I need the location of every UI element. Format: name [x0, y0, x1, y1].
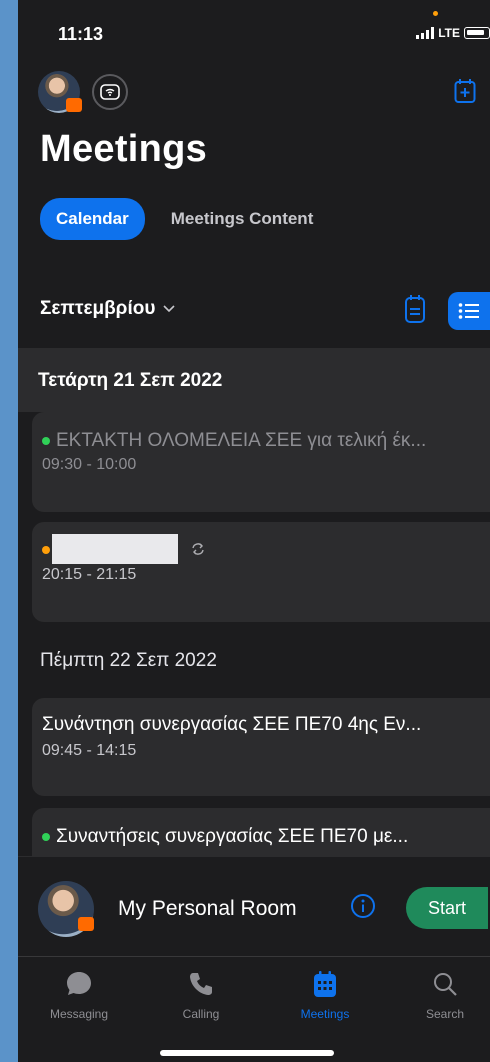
tab-calendar[interactable]: Calendar — [40, 198, 145, 240]
tab-label: Calling — [182, 1007, 220, 1021]
personal-room-label[interactable]: My Personal Room — [118, 897, 297, 921]
tab-messaging[interactable]: Messaging — [34, 969, 124, 1021]
personal-room-bar: My Personal Room Start — [18, 856, 490, 957]
privacy-indicator — [433, 11, 438, 16]
meeting-title: Συνάντηση συνεργασίας ΣΕΕ ΠΕ70 4ης Εν... — [42, 714, 422, 735]
meeting-title: ΕΚΤΑΚΤΗ ΟΛΟΜΕΛΕΙΑ ΣΕΕ για τελική έκ... — [56, 430, 427, 451]
start-button[interactable]: Start — [406, 887, 488, 929]
recurring-icon — [192, 543, 204, 555]
video-badge-icon — [78, 917, 94, 931]
tab-bar: Messaging Calling Meetings Search — [18, 956, 490, 1062]
video-badge-icon — [66, 98, 82, 112]
meeting-card[interactable]: 20:15 - 21:15 — [32, 522, 490, 622]
meeting-title-row: ΕΚΤΑΚΤΗ ΟΛΟΜΕΛΕΙΑ ΣΕΕ για τελική έκ... — [42, 430, 426, 452]
list-view-button[interactable] — [448, 292, 490, 330]
day-header-label: Πέμπτη 22 Σεπ 2022 — [40, 650, 217, 671]
tab-search[interactable]: Search — [400, 969, 490, 1021]
month-label: Σεπτεμβρίου — [40, 298, 156, 319]
meeting-card[interactable]: Συνάντηση συνεργασίας ΣΕΕ ΠΕ70 4ης Εν...… — [32, 698, 490, 796]
calendar-add-icon — [454, 79, 476, 103]
meeting-title-row — [42, 534, 205, 564]
top-bar — [18, 70, 490, 114]
tab-label: Search — [425, 1007, 465, 1021]
schedule-meeting-button[interactable] — [454, 78, 476, 109]
status-bar: 11:13 LTE — [18, 0, 490, 66]
chat-bubble-icon — [67, 972, 91, 995]
tab-meetings[interactable]: Meetings — [280, 969, 370, 1021]
segment-tabs: Calendar Meetings Content — [40, 198, 313, 240]
calendar-view-button[interactable] — [404, 294, 426, 329]
recurring-dot-icon — [42, 546, 50, 555]
day-header: Τετάρτη 21 Σεπ 2022 — [18, 348, 490, 412]
signal-icon — [416, 27, 435, 39]
wifi-share-button[interactable] — [92, 74, 128, 110]
app-screen: 11:13 LTE Meetings Calendar Meetings Con… — [18, 0, 490, 1062]
meeting-time: 09:45 - 14:15 — [42, 742, 137, 759]
meeting-title-row: Συναντήσεις συνεργασίας ΣΕΕ ΠΕ70 με... — [42, 826, 408, 848]
month-selector[interactable]: Σεπτεμβρίου — [40, 298, 175, 320]
meeting-card[interactable]: ΕΚΤΑΚΤΗ ΟΛΟΜΕΛΕΙΑ ΣΕΕ για τελική έκ... 0… — [32, 412, 490, 512]
tab-label: Meetings — [300, 1007, 350, 1021]
search-icon — [434, 973, 457, 996]
home-indicator — [160, 1050, 334, 1056]
status-icons: LTE — [416, 26, 490, 40]
phone-icon — [190, 973, 212, 995]
month-bar: Σεπτεμβρίου — [40, 292, 490, 332]
chevron-down-icon — [163, 305, 175, 313]
page-title: Meetings — [40, 128, 208, 170]
tab-calling[interactable]: Calling — [156, 969, 246, 1021]
tab-label: Messaging — [49, 1007, 109, 1021]
wifi-icon — [100, 84, 120, 100]
status-dot-icon — [42, 832, 50, 841]
calendar-view-icon — [405, 295, 425, 323]
meeting-title: Συναντήσεις συνεργασίας ΣΕΕ ΠΕ70 με... — [56, 826, 409, 847]
info-icon — [351, 894, 375, 918]
info-button[interactable] — [350, 893, 376, 924]
tab-meetings-content[interactable]: Meetings Content — [171, 209, 314, 229]
battery-icon — [464, 27, 490, 39]
meeting-time: 20:15 - 21:15 — [42, 566, 137, 583]
list-icon — [458, 303, 479, 319]
status-dot-icon — [42, 436, 50, 445]
meeting-time: 09:30 - 10:00 — [42, 456, 137, 473]
redacted-title — [52, 534, 178, 564]
calendar-icon — [314, 971, 336, 997]
network-label: LTE — [438, 26, 460, 40]
day-header-label: Τετάρτη 21 Σεπ 2022 — [38, 370, 223, 391]
status-time: 11:13 — [58, 24, 104, 44]
